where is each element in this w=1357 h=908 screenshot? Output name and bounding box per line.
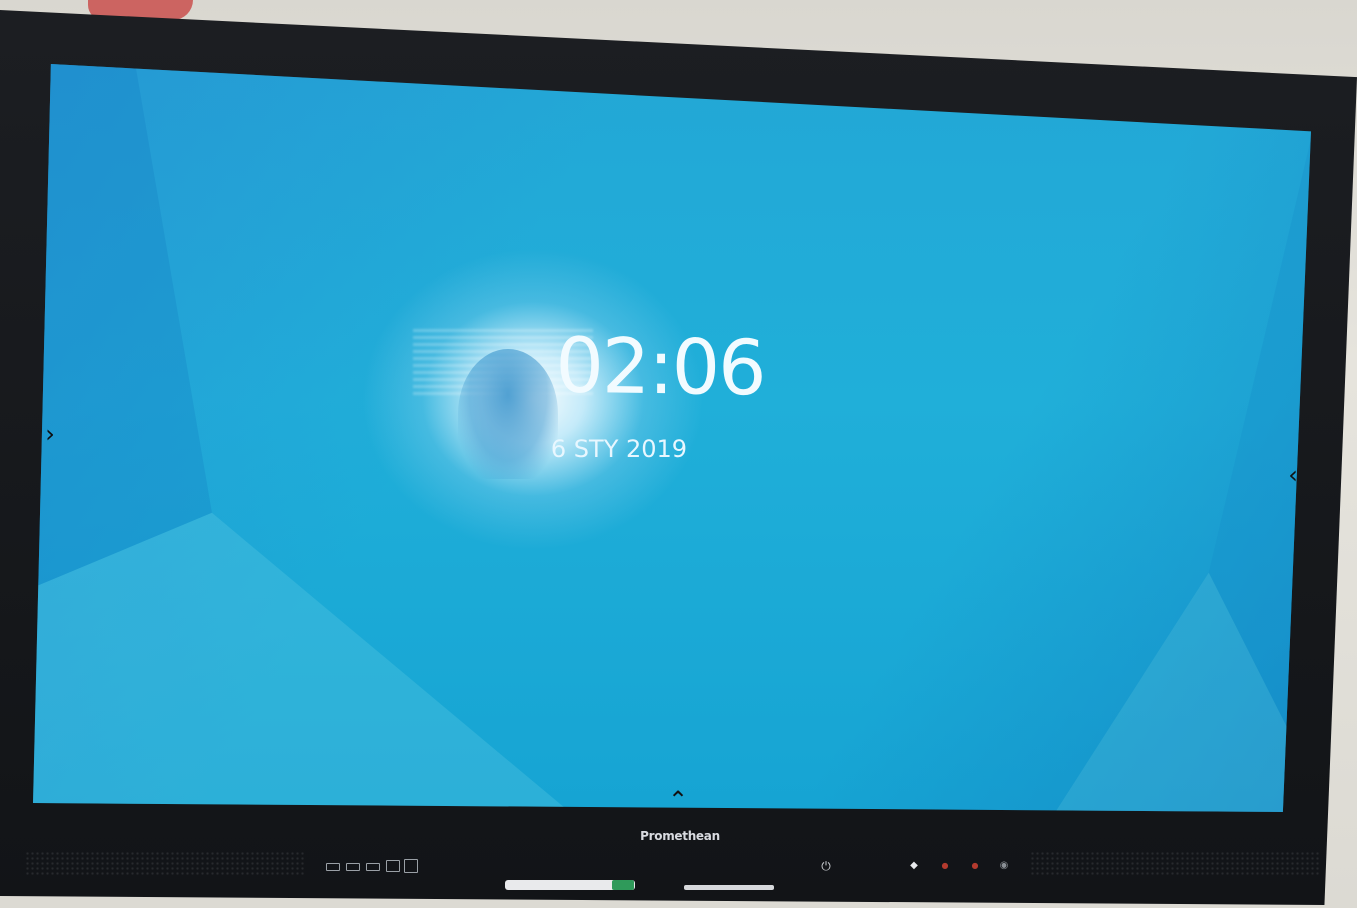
pen[interactable] [612, 880, 634, 890]
clock-time: 02:06 [555, 320, 765, 413]
speaker-grille [25, 851, 305, 875]
clock-date: 6 STY 2019 [550, 435, 688, 463]
chevron-left-icon[interactable]: ‹ [1280, 462, 1306, 488]
volume-icon[interactable]: ● [968, 860, 982, 872]
power-icon[interactable]: ⏻ [818, 860, 834, 872]
speaker-grille [1030, 851, 1320, 875]
port-icon [404, 859, 418, 873]
chevron-right-icon[interactable]: › [37, 421, 63, 447]
chevron-up-icon[interactable]: ⌃ [665, 787, 691, 813]
pen-tray-slot [684, 885, 774, 890]
port-icon [326, 863, 340, 871]
port-icon [346, 863, 360, 871]
camera-icon[interactable]: ◉ [997, 860, 1011, 872]
brand-logo: Promethean [640, 829, 720, 843]
volume-icon[interactable]: ● [938, 860, 952, 872]
port-icon [386, 860, 400, 872]
home-icon[interactable]: ◆ [906, 860, 922, 872]
glare-reflection [458, 349, 558, 479]
port-icon [366, 863, 380, 871]
